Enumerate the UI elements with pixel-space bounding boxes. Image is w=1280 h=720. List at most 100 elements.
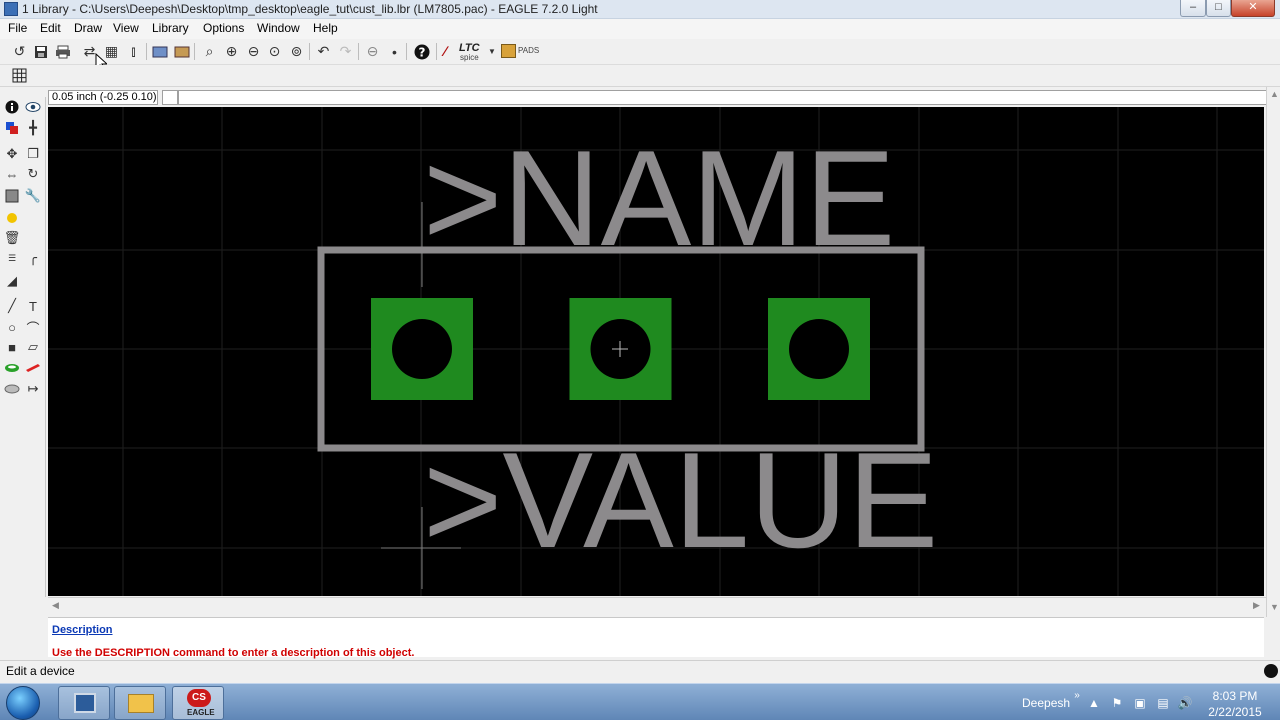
description-link[interactable]: Description [52,624,113,636]
folder-icon [128,694,154,713]
paste-icon[interactable] [2,208,22,228]
menu-view[interactable]: View [113,21,139,35]
scroll-down-icon[interactable]: ▼ [1270,602,1279,612]
grid-icon[interactable] [10,66,29,85]
pad-icon[interactable] [2,358,22,378]
menu-help[interactable]: Help [313,21,338,35]
menu-options[interactable]: Options [203,21,244,35]
eagle-logo-icon: CS [187,689,211,707]
delete-icon[interactable]: 🗑 [2,228,22,248]
circle-icon[interactable]: ○ [2,317,22,337]
scroll-up-icon[interactable]: ▲ [1270,89,1279,99]
move-icon[interactable]: ✥ [2,144,22,164]
open-icon[interactable]: ↺ [10,42,29,61]
layout-canvas[interactable]: >NAME >VALUE [48,107,1264,596]
scroll-right-icon[interactable]: ▶ [1253,600,1260,611]
display-layers-icon[interactable] [2,118,22,138]
text-icon[interactable]: T [23,296,43,316]
zoom-redraw-icon[interactable]: ⊙ [265,42,284,61]
clock-time[interactable]: 8:03 PM [1200,689,1270,703]
network-icon[interactable]: ▣ [1133,696,1147,710]
tool-palette: ╋ ✥ ❐ ⇔ ↻ 🔧 🗑 ☰ ╭ ◢ ╱ T ○ ⌒ ■ ▱ ↦ [0,97,46,597]
name-label: >NAME [423,122,895,274]
rect-icon[interactable]: ■ [2,337,22,357]
info-icon[interactable] [2,97,22,117]
toolbar-expand-icon[interactable]: » [1070,688,1084,702]
chevron-down-icon: ▼ [488,47,496,56]
ltc-sub-label: spice [460,53,479,62]
clock-date[interactable]: 2/22/2015 [1200,705,1270,719]
close-button[interactable]: ✕ [1231,0,1275,17]
pads-button[interactable]: PADS [501,43,541,61]
polygon-icon[interactable]: ▱ [23,337,43,357]
taskbar-eagle-button[interactable]: CS EAGLE [172,686,224,720]
window-title: 1 Library - C:\Users\Deepesh\Desktop\tmp… [22,2,598,16]
menu-window[interactable]: Window [257,21,300,35]
monitor-icon [74,693,96,713]
taskbar: CS EAGLE Deepesh » ▲ ⚑ ▣ ▤ 🔊 8:03 PM 2/2… [0,683,1280,720]
redo-icon[interactable]: ↷ [336,42,355,61]
zoom-out-icon[interactable]: ⊖ [244,42,263,61]
help-icon[interactable]: ? [412,42,431,61]
mark-icon[interactable]: ╋ [23,118,43,138]
pad-drill-hole [392,319,452,379]
taskbar-user-label[interactable]: Deepesh [1022,696,1070,710]
change-icon[interactable]: 🔧 [23,186,43,206]
taskbar-desktop-button[interactable] [58,686,110,720]
arc-icon[interactable]: ⌒ [23,317,43,337]
scroll-left-icon[interactable]: ◀ [52,600,59,611]
taskbar-explorer-button[interactable] [114,686,166,720]
vertical-scrollbar[interactable]: ▲ ▼ [1266,87,1280,617]
device-icon[interactable]: ▤ [1156,696,1170,710]
zoom-in-icon[interactable]: ⊕ [222,42,241,61]
start-button[interactable] [6,686,40,720]
status-stop-icon[interactable] [1264,664,1278,678]
rotate-icon[interactable]: ↻ [23,164,43,184]
description-text: Use the DESCRIPTION command to enter a d… [52,647,415,659]
main-toolbar: ↺ ⇄ ▦ ⫾ ⌕ ⊕ ⊖ ⊙ ⊚ ↶ ↷ ⊖ • ? ∕ LTC spice … [0,39,1280,65]
dimension-icon[interactable]: ↦ [23,379,43,399]
menu-file[interactable]: File [8,21,27,35]
wire-icon[interactable]: ╱ [2,296,22,316]
split-icon[interactable]: ◢ [2,271,22,291]
toolbar-separator [406,43,407,60]
ulp-icon[interactable] [172,42,191,61]
mirror-icon[interactable]: ⇔ [2,164,22,184]
ltc-logo-icon: ∕ [444,43,447,59]
toolbar-separator [194,43,195,60]
smd-icon[interactable] [23,358,43,378]
eagle-task-label: EAGLE [187,708,215,717]
action-center-icon[interactable]: ⚑ [1110,696,1124,710]
save-icon[interactable] [31,42,50,61]
script-icon[interactable] [150,42,169,61]
group-icon[interactable] [2,186,22,206]
toolbar-separator [146,43,147,60]
maximize-button[interactable]: □ [1206,0,1231,17]
zoom-select-icon[interactable]: ⊚ [287,42,306,61]
menu-draw[interactable]: Draw [74,21,102,35]
miter-icon[interactable]: ╭ [23,248,43,268]
name-icon[interactable]: ☰ [2,248,22,268]
command-input[interactable] [178,90,1268,105]
show-hidden-icons-icon[interactable]: ▲ [1087,696,1101,710]
copy-icon[interactable]: ❐ [23,144,43,164]
hole-icon[interactable] [2,379,22,399]
show-icon[interactable] [23,97,43,117]
menu-edit[interactable]: Edit [40,21,61,35]
app-icon [4,2,18,16]
stop-icon[interactable]: ⊖ [363,42,382,61]
minimize-button[interactable]: – [1180,0,1206,17]
schematic-icon[interactable]: ⫾ [124,42,143,61]
ltc-spice-button[interactable]: ∕ LTC spice ▼ [444,42,496,62]
go-icon[interactable]: • [385,42,404,61]
description-panel: Description Use the DESCRIPTION command … [48,617,1264,659]
undo-icon[interactable]: ↶ [314,42,333,61]
menu-bar: File Edit Draw View Library Options Wind… [0,19,1280,39]
volume-icon[interactable]: 🔊 [1178,696,1193,710]
pads-label: PADS [518,46,540,55]
print-icon[interactable] [53,42,72,61]
horizontal-scrollbar[interactable]: ◀ ▶ [48,597,1266,613]
menu-library[interactable]: Library [152,21,189,35]
zoom-fit-icon[interactable]: ⌕ [200,42,219,61]
coordinate-display: 0.05 inch (-0.25 0.10) [48,90,158,105]
